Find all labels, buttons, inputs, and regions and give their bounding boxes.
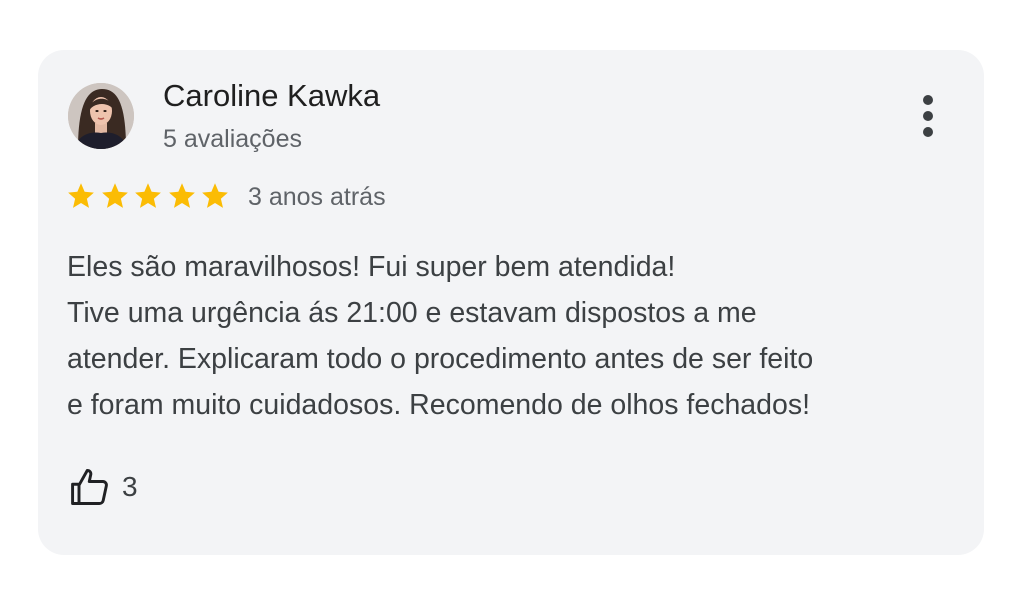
star-icon: [101, 183, 128, 208]
star-icon: [68, 183, 94, 208]
reviewer-review-count: 5 avaliações: [163, 125, 302, 153]
review-text-line: Eles são maravilhosos! Fui super bem ate…: [67, 251, 676, 283]
review-text: Eles são maravilhosos! Fui super bem ate…: [67, 244, 967, 428]
more-options-button[interactable]: [910, 90, 946, 142]
star-icon: [135, 183, 161, 208]
avatar[interactable]: [68, 83, 134, 149]
star-rating: [66, 181, 234, 211]
review-text-line: Tive uma urgência ás 21:00 e estavam dis…: [67, 297, 757, 329]
avatar-image: [68, 83, 134, 149]
like-count: 3: [122, 471, 138, 502]
thumbs-up-icon: [68, 465, 112, 509]
star-icon: [168, 183, 195, 208]
review-text-line: e foram muito cuidadosos. Recomendo de o…: [67, 389, 811, 421]
reviewer-name[interactable]: Caroline Kawka: [163, 76, 380, 116]
like-button[interactable]: 3: [68, 463, 138, 511]
more-vert-icon-dot: [923, 127, 933, 137]
more-vert-icon: [923, 95, 933, 105]
review-card: Caroline Kawka 5 avaliações 3 anos atrás…: [38, 50, 984, 555]
star-icon: [202, 183, 228, 208]
review-text-line: atender. Explicaram todo o procedimento …: [67, 343, 814, 375]
review-date: 3 anos atrás: [248, 183, 386, 211]
more-vert-icon-dot: [923, 111, 933, 121]
